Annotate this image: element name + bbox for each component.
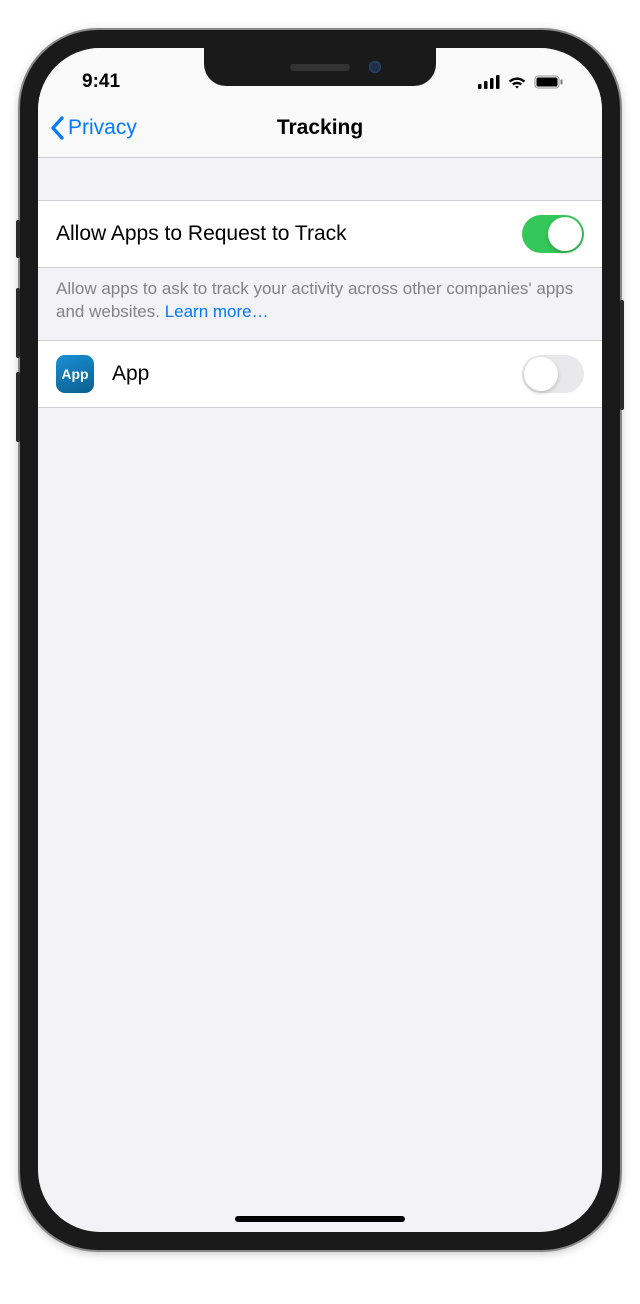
front-camera [369,61,381,73]
wifi-icon [507,75,527,89]
app-tracking-row: App App [38,340,602,408]
back-label: Privacy [68,116,137,140]
phone-frame: 9:41 Privacy Tracking Allow Apps to Requ… [20,30,620,1250]
section-spacer [38,158,602,200]
status-icons [478,75,572,89]
footer-description: Allow apps to ask to track your activity… [56,279,573,321]
screen: 9:41 Privacy Tracking Allow Apps to Requ… [38,48,602,1232]
app-icon: App [56,355,94,393]
section-footer: Allow apps to ask to track your activity… [38,268,602,334]
back-button[interactable]: Privacy [50,116,137,140]
allow-tracking-toggle[interactable] [522,215,584,253]
speaker-grille [290,64,350,71]
toggle-knob [548,217,582,251]
allow-tracking-label: Allow Apps to Request to Track [56,222,522,246]
app-name-label: App [112,362,522,386]
page-title: Tracking [277,116,363,140]
mute-switch [16,220,20,258]
volume-down-button [16,372,20,442]
status-time: 9:41 [68,71,120,93]
allow-tracking-row: Allow Apps to Request to Track [38,200,602,268]
learn-more-link[interactable]: Learn more… [165,302,269,321]
chevron-left-icon [50,116,64,140]
content: Allow Apps to Request to Track Allow app… [38,158,602,408]
app-tracking-toggle[interactable] [522,355,584,393]
battery-icon [534,75,564,89]
nav-bar: Privacy Tracking [38,98,602,158]
notch [204,48,436,86]
volume-up-button [16,288,20,358]
toggle-knob [524,357,558,391]
cellular-icon [478,75,500,89]
home-indicator[interactable] [235,1216,405,1222]
power-button [620,300,624,410]
